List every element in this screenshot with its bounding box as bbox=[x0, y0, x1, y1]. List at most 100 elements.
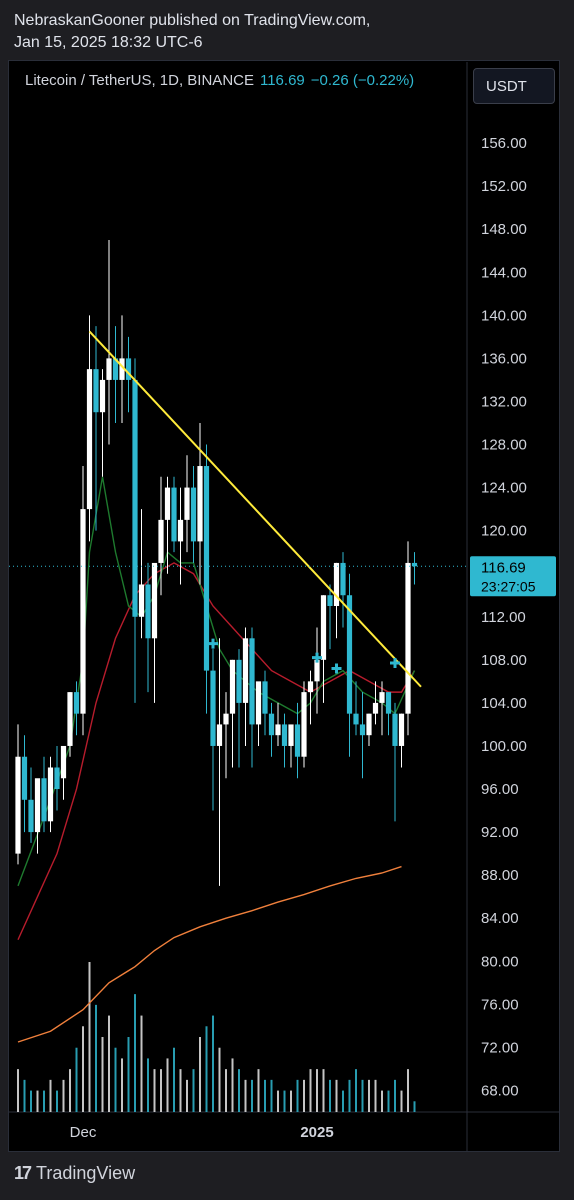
volume-bar bbox=[387, 1090, 390, 1112]
y-tick-label: 156.00 bbox=[481, 135, 527, 152]
candle-body bbox=[327, 595, 333, 606]
symbol-legend: Litecoin / TetherUS, 1D, BINANCE 116.69 −0… bbox=[25, 72, 414, 89]
y-tick-label: 108.00 bbox=[481, 652, 527, 669]
volume-bar bbox=[153, 1069, 156, 1112]
volume-bar bbox=[160, 1069, 162, 1112]
volume-bar bbox=[17, 1069, 19, 1112]
y-tick-label: 68.00 bbox=[481, 1082, 519, 1099]
volume-bar bbox=[348, 1079, 351, 1112]
y-tick-label: 104.00 bbox=[481, 695, 527, 712]
y-tick-label: 136.00 bbox=[481, 350, 527, 367]
volume-bar bbox=[62, 1079, 65, 1112]
y-tick-label: 128.00 bbox=[481, 437, 527, 454]
volume-bar bbox=[69, 1069, 71, 1112]
candle-body bbox=[379, 692, 385, 703]
candlestick-chart[interactable]: 156.00 152.00 148.00 144.00 140.00 136.00 132.… bbox=[0, 0, 574, 1200]
volume-bar bbox=[316, 1069, 318, 1112]
y-tick-label: 152.00 bbox=[481, 178, 527, 195]
candle-body bbox=[366, 713, 372, 736]
volume-bar bbox=[23, 1079, 26, 1112]
y-tick-label: 72.00 bbox=[481, 1039, 519, 1056]
candle-body bbox=[197, 466, 203, 542]
currency-unit-button[interactable]: USDT bbox=[473, 68, 555, 104]
volume-bar bbox=[30, 1090, 32, 1112]
volume-bar bbox=[166, 1058, 169, 1112]
y-tick-label: 96.00 bbox=[481, 781, 519, 798]
candle-body bbox=[54, 767, 60, 790]
candle-body bbox=[138, 584, 145, 617]
volume-bar bbox=[407, 1069, 409, 1112]
candle-body bbox=[177, 519, 184, 542]
legend-price: 116.69 bbox=[259, 72, 305, 89]
volume-bar bbox=[270, 1079, 273, 1112]
candle-body bbox=[151, 562, 158, 639]
volume-bar bbox=[309, 1069, 312, 1112]
candle-body bbox=[223, 713, 229, 725]
volume-bar bbox=[121, 1058, 123, 1112]
volume-bar bbox=[82, 1026, 84, 1112]
y-tick-label: 84.00 bbox=[481, 910, 519, 927]
volume-bar bbox=[277, 1090, 279, 1112]
y-tick-label: 148.00 bbox=[481, 221, 527, 238]
candle-body bbox=[106, 358, 112, 380]
volume-bar bbox=[114, 1047, 117, 1112]
volume-bar bbox=[335, 1079, 338, 1112]
volume-bar bbox=[49, 1079, 52, 1112]
ema-mid-line bbox=[17, 562, 416, 941]
candle-body bbox=[60, 745, 67, 779]
candle-body bbox=[86, 369, 93, 510]
volume-bar bbox=[303, 1079, 305, 1112]
legend-change: −0.26 (−0.22%) bbox=[310, 72, 415, 89]
volume-bar bbox=[75, 1047, 78, 1112]
price-tag-countdown: 23:27:05 bbox=[481, 578, 536, 594]
candle-body bbox=[255, 681, 262, 725]
candle-body bbox=[294, 724, 301, 757]
volume-bar bbox=[199, 1037, 201, 1112]
candle-body bbox=[405, 562, 411, 714]
volume-bar bbox=[205, 1026, 208, 1112]
volume-bar bbox=[56, 1090, 58, 1112]
volume-bar bbox=[88, 962, 91, 1112]
tradingview-footer: 17 TradingView bbox=[14, 1163, 135, 1184]
candle-body bbox=[132, 379, 138, 617]
volume-bar bbox=[394, 1079, 396, 1112]
candle-body bbox=[372, 702, 379, 714]
volume-bar bbox=[127, 1037, 130, 1112]
candle-body bbox=[41, 778, 47, 822]
candle-body bbox=[145, 584, 151, 639]
resistance-trendline bbox=[88, 330, 422, 688]
volume-bar bbox=[225, 1069, 227, 1112]
y-tick-label: 144.00 bbox=[481, 264, 527, 281]
volume-bar bbox=[231, 1058, 234, 1112]
volume-bar bbox=[134, 994, 136, 1112]
volume-bar bbox=[283, 1090, 286, 1112]
candle-body bbox=[171, 487, 177, 542]
volume-bar bbox=[43, 1090, 45, 1112]
price-tag-value: 116.69 bbox=[481, 559, 526, 576]
candle-body bbox=[307, 681, 314, 693]
volume-bar bbox=[381, 1090, 383, 1112]
candle-body bbox=[158, 519, 164, 563]
y-tick-label: 88.00 bbox=[481, 867, 519, 884]
candle-body bbox=[229, 659, 236, 714]
volume-bar bbox=[400, 1090, 403, 1112]
candle-body bbox=[340, 562, 346, 596]
candle-body bbox=[268, 713, 275, 736]
candle-body bbox=[203, 466, 210, 671]
candle-body bbox=[281, 724, 288, 746]
volume-bar bbox=[95, 1004, 97, 1112]
candle-body bbox=[398, 713, 405, 746]
y-tick-label: 100.00 bbox=[481, 738, 527, 755]
y-tick-label: 92.00 bbox=[481, 824, 519, 841]
volume-bar bbox=[413, 1101, 416, 1112]
candle-body bbox=[21, 756, 28, 800]
candle-body bbox=[34, 778, 41, 833]
y-tick-label: 124.00 bbox=[481, 480, 527, 497]
volume-bar bbox=[218, 1047, 221, 1112]
candle-body bbox=[164, 487, 171, 520]
signal-cross-icon bbox=[390, 658, 400, 669]
volume-bar bbox=[322, 1069, 325, 1112]
volume-bar bbox=[179, 1069, 182, 1112]
volume-bar bbox=[212, 1015, 214, 1112]
candle-body bbox=[392, 713, 398, 746]
